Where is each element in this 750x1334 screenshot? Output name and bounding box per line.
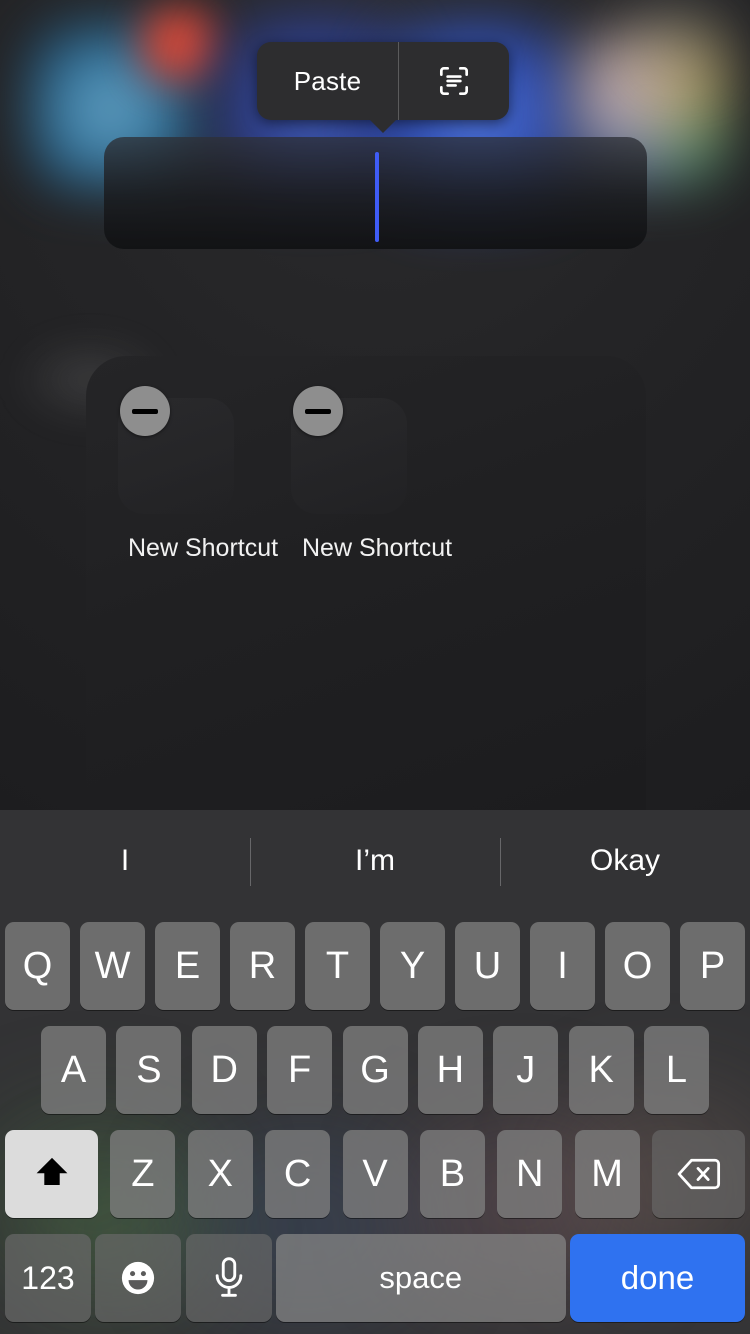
key-q[interactable]: Q: [5, 922, 70, 1010]
key-label: space: [379, 1260, 463, 1295]
software-keyboard: I I’m Okay Q W E R T Y U I O P A S D F G…: [0, 810, 750, 1334]
remove-shortcut-badge-1[interactable]: [120, 386, 170, 436]
key-b[interactable]: B: [419, 1130, 485, 1218]
key-r[interactable]: R: [230, 922, 295, 1010]
key-e[interactable]: E: [155, 922, 220, 1010]
key-label: S: [136, 1048, 162, 1091]
scan-text-button[interactable]: [398, 42, 509, 120]
key-label: H: [436, 1048, 465, 1091]
key-h[interactable]: H: [417, 1026, 483, 1114]
prediction-candidate-3[interactable]: Okay: [500, 810, 750, 912]
key-label: E: [174, 944, 201, 987]
prediction-candidate-2[interactable]: I’m: [250, 810, 500, 912]
key-label: K: [588, 1048, 614, 1091]
paste-callout-menu: Paste: [257, 42, 509, 133]
backspace-key[interactable]: [652, 1130, 745, 1218]
key-label: J: [516, 1048, 536, 1091]
key-c[interactable]: C: [265, 1130, 331, 1218]
shortcut-label-1: New Shortcut: [128, 534, 279, 562]
minus-icon: [305, 408, 331, 414]
key-j[interactable]: J: [493, 1026, 559, 1114]
keyboard-row-2: A S D F G H J K L: [0, 1026, 750, 1114]
key-label: R: [248, 944, 277, 987]
prediction-label: I’m: [355, 844, 395, 877]
key-label: V: [362, 1152, 388, 1195]
key-z[interactable]: Z: [110, 1130, 176, 1218]
key-label: N: [516, 1152, 544, 1195]
key-g[interactable]: G: [342, 1026, 408, 1114]
shift-arrow-icon: [36, 1157, 67, 1185]
key-label: 123: [21, 1259, 75, 1296]
blurred-app-badge: [140, 6, 218, 82]
minus-icon: [132, 408, 158, 414]
shift-key[interactable]: [5, 1130, 98, 1218]
key-label: A: [60, 1048, 87, 1091]
key-label: I: [557, 944, 568, 987]
microphone-icon: [215, 1257, 242, 1297]
predictive-text-bar: I I’m Okay: [0, 810, 750, 912]
key-label: W: [94, 944, 131, 987]
paste-button[interactable]: Paste: [257, 42, 398, 120]
prediction-candidate-1[interactable]: I: [0, 810, 250, 912]
blurred-app-icon-corner: [620, 0, 750, 96]
key-k[interactable]: K: [568, 1026, 634, 1114]
backspace-delete-icon: [677, 1158, 720, 1190]
key-a[interactable]: A: [41, 1026, 106, 1114]
dictation-key[interactable]: [185, 1234, 272, 1322]
emoji-smiley-icon: [122, 1261, 155, 1295]
key-label: X: [207, 1152, 233, 1195]
ios-screen: New Shortcut New Shortcut Paste I I’m Ok…: [0, 0, 750, 1334]
key-label: G: [360, 1048, 390, 1091]
numbers-key[interactable]: 123: [5, 1234, 91, 1322]
key-label: Y: [399, 944, 426, 987]
key-l[interactable]: L: [644, 1026, 709, 1114]
key-v[interactable]: V: [342, 1130, 408, 1218]
key-label: Z: [131, 1152, 155, 1195]
key-d[interactable]: D: [191, 1026, 257, 1114]
key-label: M: [591, 1152, 623, 1195]
shortcut-label-2: New Shortcut: [302, 534, 453, 562]
key-u[interactable]: U: [455, 922, 520, 1010]
key-y[interactable]: Y: [380, 922, 445, 1010]
prediction-label: Okay: [589, 844, 661, 877]
key-w[interactable]: W: [80, 922, 145, 1010]
key-label: L: [665, 1048, 688, 1091]
keyboard-row-3: Z X C V B N M: [0, 1130, 750, 1218]
key-label: done: [620, 1259, 695, 1296]
keyboard-row-1: Q W E R T Y U I O P: [0, 922, 750, 1010]
scan-text-icon: [439, 66, 469, 96]
shortcuts-panel: New Shortcut New Shortcut: [86, 356, 646, 811]
done-key[interactable]: done: [570, 1234, 745, 1322]
key-label: B: [439, 1152, 466, 1195]
key-label: Q: [22, 944, 53, 987]
key-f[interactable]: F: [267, 1026, 333, 1114]
key-m[interactable]: M: [574, 1130, 640, 1218]
space-key[interactable]: space: [275, 1234, 566, 1322]
key-x[interactable]: X: [187, 1130, 253, 1218]
key-label: D: [210, 1048, 238, 1091]
keyboard-row-4: 123 space done: [0, 1234, 750, 1322]
emoji-key[interactable]: [95, 1234, 182, 1322]
key-i[interactable]: I: [530, 922, 595, 1010]
key-label: T: [325, 944, 350, 987]
key-o[interactable]: O: [605, 922, 670, 1010]
key-p[interactable]: P: [680, 922, 745, 1010]
key-label: O: [622, 944, 653, 987]
key-s[interactable]: S: [116, 1026, 182, 1114]
remove-shortcut-badge-2[interactable]: [293, 386, 343, 436]
key-n[interactable]: N: [497, 1130, 563, 1218]
key-label: P: [699, 944, 726, 987]
prediction-label: I: [120, 844, 130, 877]
text-caret: [375, 152, 379, 242]
key-label: F: [288, 1048, 312, 1091]
callout-pointer: [369, 119, 397, 133]
paste-button-label: Paste: [293, 65, 362, 96]
key-label: C: [283, 1152, 312, 1195]
key-label: U: [473, 944, 502, 987]
key-t[interactable]: T: [305, 922, 370, 1010]
